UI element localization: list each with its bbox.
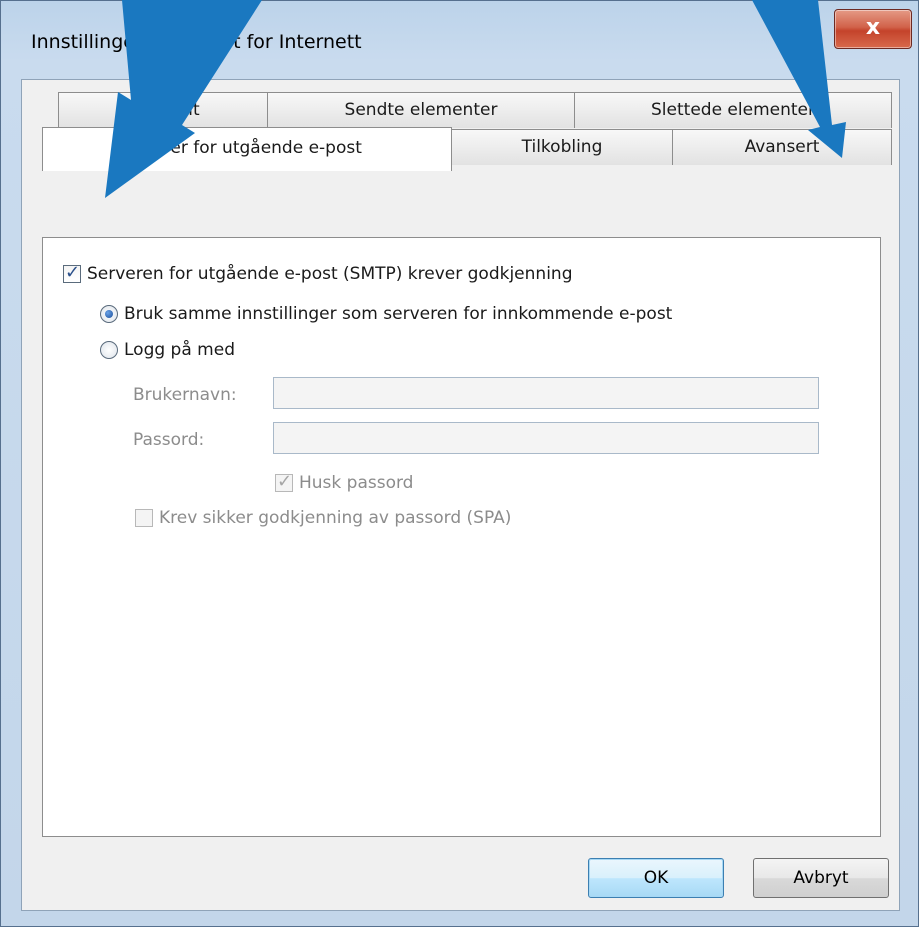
smtp-auth-row[interactable]: Serveren for utgående e-post (SMTP) krev… <box>63 262 573 284</box>
cancel-button[interactable]: Avbryt <box>753 858 889 898</box>
tab-panel-outgoing-server: Serveren for utgående e-post (SMTP) krev… <box>42 237 881 837</box>
ok-button[interactable]: OK <box>588 858 724 898</box>
remember-password-label: Husk passord <box>299 473 414 493</box>
spa-label: Krev sikker godkjenning av passord (SPA) <box>159 508 512 528</box>
tab-slettede-elementer[interactable]: Slettede elementer <box>574 92 892 128</box>
login-with-radio[interactable] <box>100 341 118 359</box>
same-settings-radio[interactable] <box>100 305 118 323</box>
close-button[interactable]: x <box>834 9 912 49</box>
remember-password-checkbox[interactable] <box>275 471 293 492</box>
tab-tilkobling[interactable]: Tilkobling <box>451 129 673 165</box>
password-field[interactable] <box>273 422 819 454</box>
option-same-settings-row[interactable]: Bruk samme innstillinger som serveren fo… <box>100 304 672 324</box>
password-label: Passord: <box>133 430 205 450</box>
spa-checkbox[interactable] <box>135 509 153 527</box>
remember-password-row[interactable]: Husk passord <box>275 471 414 493</box>
tab-avansert[interactable]: Avansert <box>672 129 892 165</box>
same-settings-label: Bruk samme innstillinger som serveren fo… <box>124 304 673 324</box>
dialog-window: Innstillinger for e-post for Internett x… <box>0 0 919 927</box>
login-with-label: Logg på med <box>124 340 235 360</box>
title-bar[interactable]: Innstillinger for e-post for Internett x <box>1 1 918 79</box>
spa-row[interactable]: Krev sikker godkjenning av passord (SPA) <box>135 508 511 528</box>
username-label: Brukernavn: <box>133 385 237 405</box>
window-title: Innstillinger for e-post for Internett <box>31 31 362 53</box>
smtp-auth-label: Serveren for utgående e-post (SMTP) krev… <box>87 264 573 284</box>
smtp-auth-checkbox[interactable] <box>63 262 81 283</box>
tab-server-utgaende-epost[interactable]: Server for utgående e-post <box>42 127 452 171</box>
username-field[interactable] <box>273 377 819 409</box>
tab-generelt[interactable]: Generelt <box>58 92 268 128</box>
tab-sendte-elementer[interactable]: Sendte elementer <box>267 92 575 128</box>
dialog-client-area: Generelt Sendte elementer Slettede eleme… <box>21 79 900 911</box>
option-login-row[interactable]: Logg på med <box>100 340 235 360</box>
